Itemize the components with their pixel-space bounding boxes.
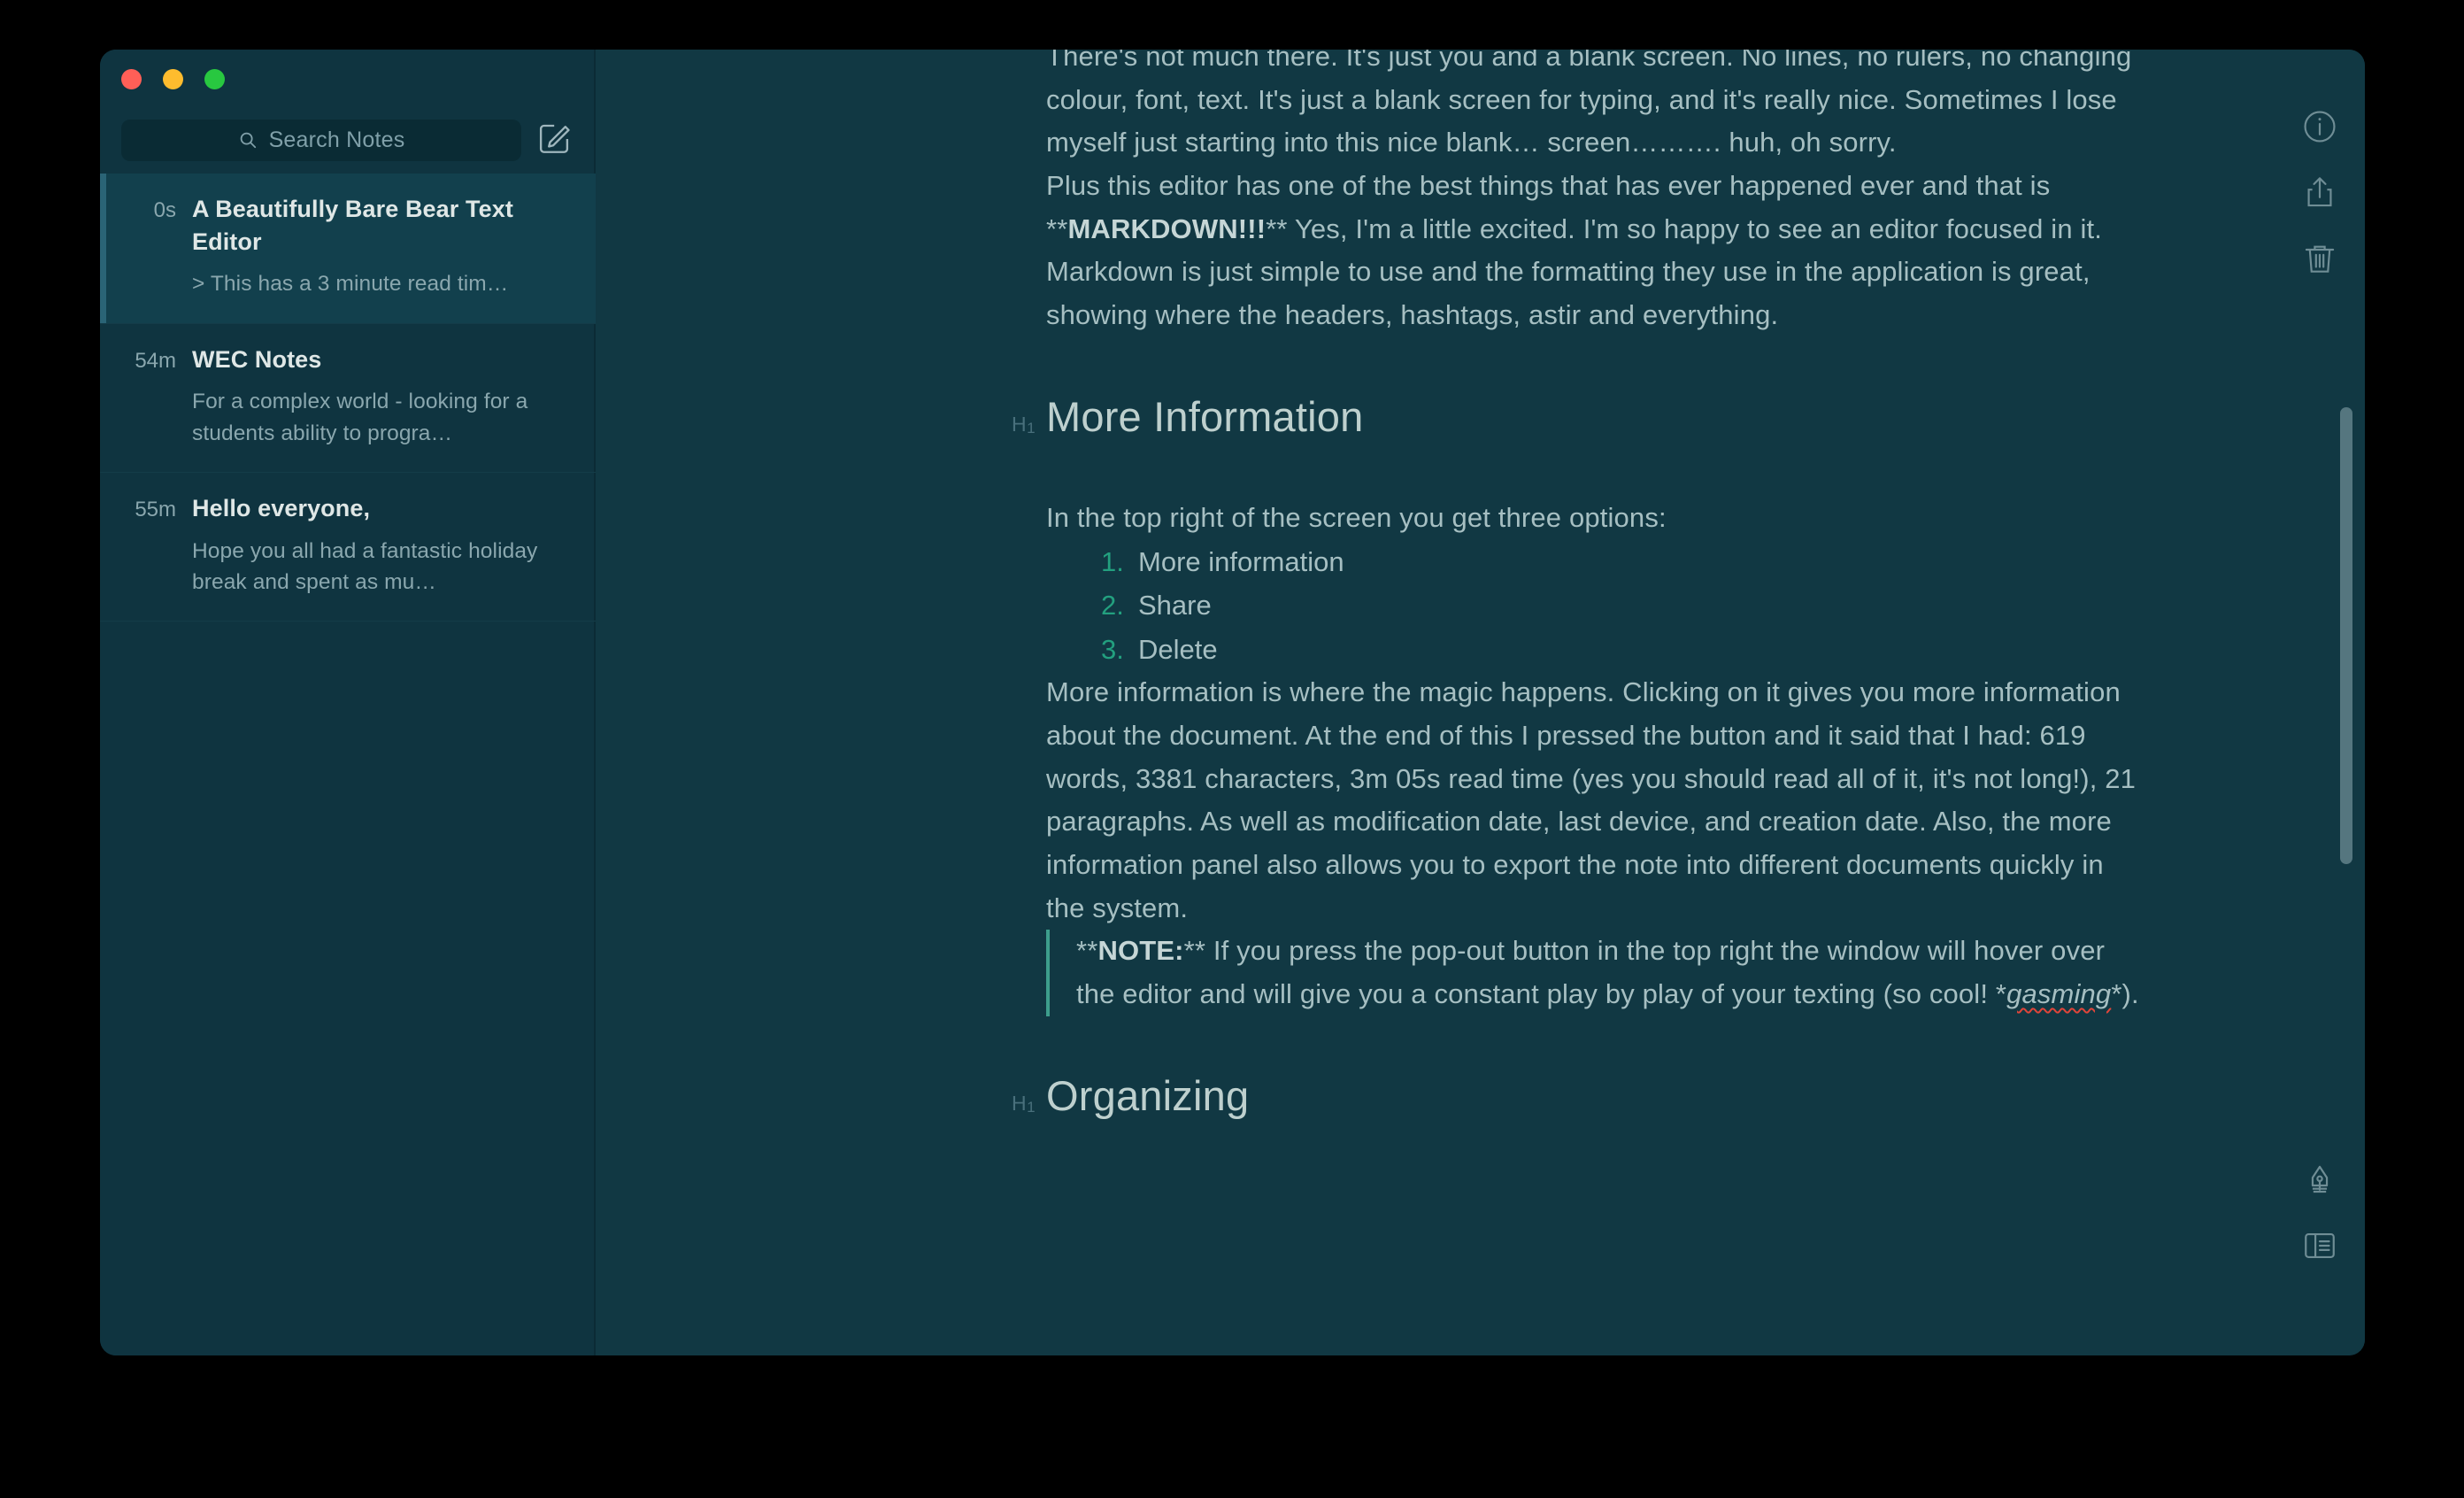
- heading-marker-letter: H: [1012, 412, 1028, 436]
- paragraph-three-options-block: In the top right of the screen you get t…: [596, 497, 2365, 540]
- note-document: There's not much there. It's just you an…: [596, 50, 2365, 1176]
- paragraph-magic-happens-block: More information is where the magic happ…: [596, 671, 2365, 930]
- editor-scrollbar-thumb[interactable]: [2340, 407, 2352, 864]
- heading-more-information-block: H1 More Information: [596, 392, 2365, 442]
- misspelled-word: gasming: [2006, 978, 2112, 1010]
- list-top-right-options-block: More information Share Delete: [596, 540, 2365, 672]
- sidebar-search-row: Search Notes: [100, 108, 596, 172]
- delete-button[interactable]: [2299, 240, 2340, 281]
- heading-marker-level: 1: [1027, 1099, 1036, 1116]
- blockquote-note-text: **NOTE:** If you press the pop-out butto…: [1076, 930, 2144, 1015]
- compose-note-icon: [535, 120, 573, 161]
- trash-icon: [2301, 240, 2338, 282]
- compose-note-button[interactable]: [534, 120, 574, 160]
- note-timestamp: 0s: [153, 198, 176, 222]
- note-title: A Beautifully Bare Bear Text Editor: [192, 196, 513, 255]
- close-window-button[interactable]: [121, 69, 142, 89]
- note-list[interactable]: 0s A Beautifully Bare Bear Text Editor >…: [100, 174, 596, 1355]
- share-icon: [2301, 174, 2338, 215]
- notes-sidebar: Search Notes 0s A Beautifully Bare Bear …: [100, 50, 596, 1355]
- paragraph-blank-screen-block: There's not much there. It's just you an…: [596, 50, 2365, 165]
- paragraph-markdown-bold: MARKDOWN!!!: [1067, 212, 1267, 244]
- heading-marker-level: 1: [1027, 419, 1036, 436]
- layout-panel-icon: [2301, 1227, 2338, 1269]
- note-title: Hello everyone,: [192, 494, 371, 521]
- minimize-window-button[interactable]: [163, 69, 183, 89]
- pen-nib-icon: [2301, 1163, 2338, 1205]
- more-information-button[interactable]: [2299, 108, 2340, 149]
- paragraph-markdown: Plus this editor has one of the best thi…: [1046, 165, 2144, 337]
- note-item-body: A Beautifully Bare Bear Text Editor > Th…: [192, 193, 564, 300]
- blockquote-inner: **NOTE:** If you press the pop-out butto…: [1050, 930, 2144, 1015]
- list-item: Delete: [1101, 628, 1218, 671]
- screen: Search Notes 0s A Beautifully Bare Bear …: [0, 0, 2464, 1498]
- search-input[interactable]: Search Notes: [121, 119, 521, 161]
- note-timestamp: 55m: [135, 497, 176, 521]
- heading-level-marker-h1: H1: [1012, 413, 1036, 436]
- heading-organizing: Organizing: [1046, 1071, 1250, 1119]
- blockquote-note-block: **NOTE:** If you press the pop-out butto…: [596, 930, 2365, 1016]
- blockquote-post: *).: [2111, 978, 2139, 1010]
- note-title: WEC Notes: [192, 345, 322, 373]
- bear-app-window: Search Notes 0s A Beautifully Bare Bear …: [100, 50, 2365, 1355]
- paragraph-markdown-block: Plus this editor has one of the best thi…: [596, 165, 2365, 337]
- blockquote-bold: NOTE:: [1097, 935, 1184, 967]
- note-item-body: WEC Notes For a complex world - looking …: [192, 344, 564, 449]
- paragraph-blank-screen: There's not much there. It's just you an…: [1046, 50, 2132, 158]
- note-snippet: > This has a 3 minute read tim…: [192, 272, 509, 297]
- toggle-sidebar-button[interactable]: [2299, 1227, 2340, 1268]
- note-snippet: Hope you all had a fantastic holiday bre…: [192, 538, 538, 594]
- list-top-right-options: More information Share Delete: [1046, 540, 2144, 672]
- theme-button[interactable]: [2299, 1163, 2340, 1204]
- heading-organizing-block: H1 Organizing: [596, 1071, 2365, 1121]
- note-editor[interactable]: There's not much there. It's just you an…: [596, 50, 2365, 1355]
- list-item: More information: [1101, 540, 1344, 583]
- blockquote-note: **NOTE:** If you press the pop-out butto…: [1046, 930, 2144, 1016]
- info-circle-icon: [2301, 108, 2338, 150]
- maximize-window-button[interactable]: [204, 69, 225, 89]
- paragraph-three-options: In the top right of the screen you get t…: [1046, 501, 1667, 533]
- blockquote-pre: **: [1076, 935, 1098, 967]
- heading-marker-letter: H: [1012, 1092, 1028, 1116]
- note-timestamp: 54m: [135, 348, 176, 373]
- blockquote-mid: ** If you press the pop-out button in th…: [1076, 935, 2106, 1010]
- search-icon: [238, 130, 258, 150]
- window-traffic-lights: [121, 69, 225, 89]
- note-list-item-2[interactable]: 55m Hello everyone, Hope you all had a f…: [100, 473, 596, 622]
- heading-more-information: More Information: [1046, 392, 1364, 440]
- note-snippet: For a complex world - looking for a stud…: [192, 390, 528, 445]
- share-button[interactable]: [2299, 174, 2340, 214]
- note-list-item-0[interactable]: 0s A Beautifully Bare Bear Text Editor >…: [100, 174, 596, 324]
- note-item-body: Hello everyone, Hope you all had a fanta…: [192, 492, 564, 598]
- search-placeholder-text: Search Notes: [268, 127, 405, 152]
- heading-level-marker-h1: H1: [1012, 1092, 1036, 1116]
- list-item: Share: [1101, 583, 1212, 627]
- paragraph-magic-happens: More information is where the magic happ…: [1046, 676, 2137, 923]
- note-list-item-1[interactable]: 54m WEC Notes For a complex world - look…: [100, 324, 596, 473]
